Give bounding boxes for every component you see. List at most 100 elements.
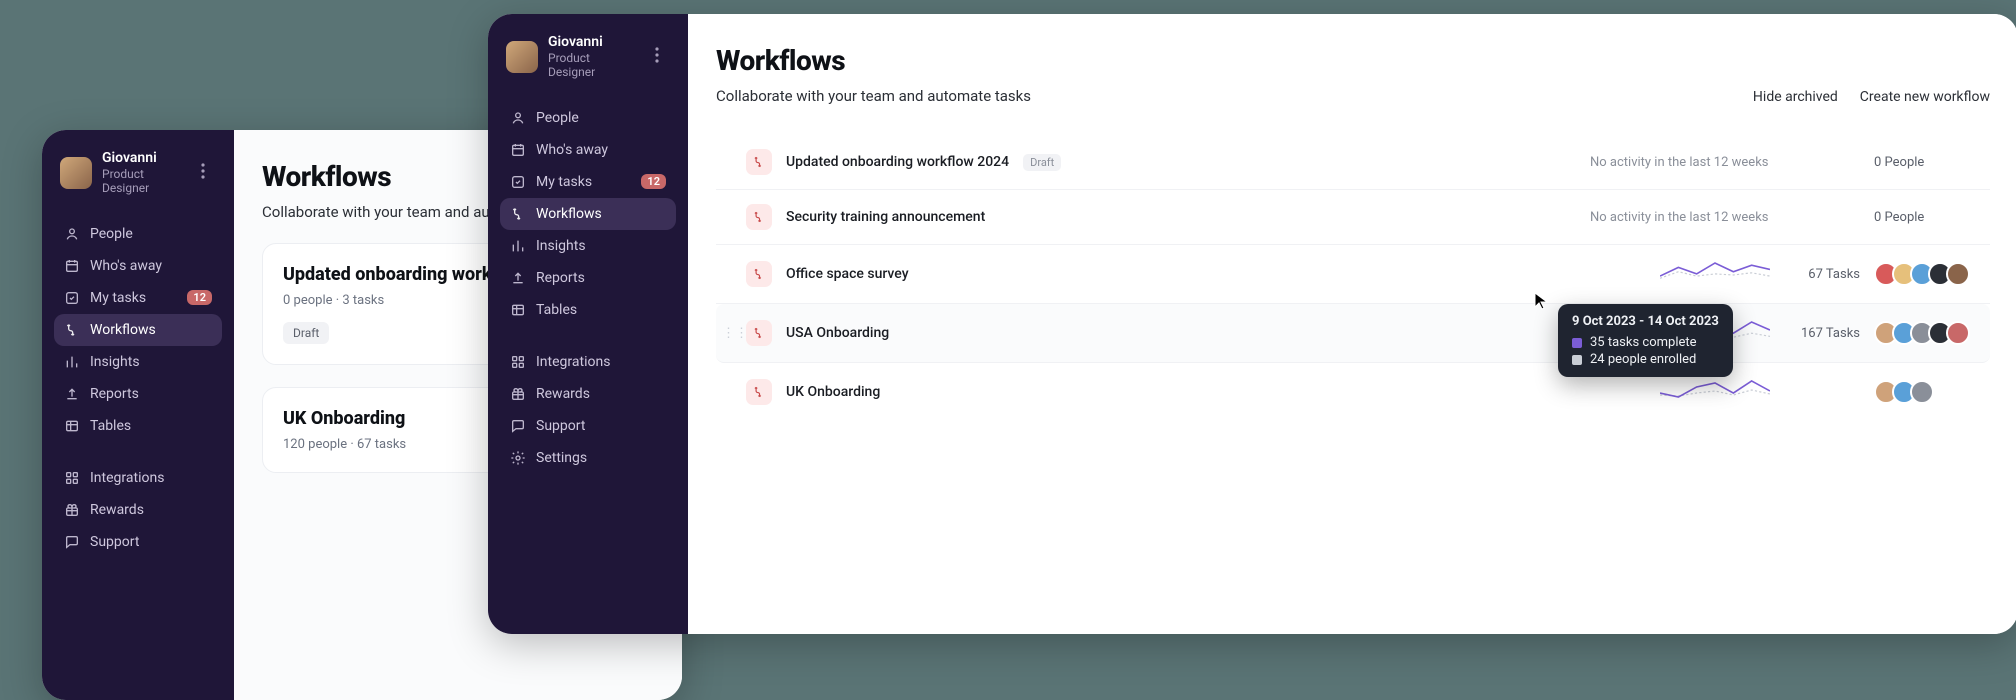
grid-icon [64,470,80,486]
profile-info: Giovanni Product Designer [548,34,634,80]
workflow-list: Updated onboarding workflow 2024DraftNo … [716,135,1990,421]
avatar [60,157,92,189]
sidebar-item-integrations[interactable]: Integrations [500,346,676,378]
legend-square-icon [1572,338,1582,348]
workflow-name: UK Onboarding [786,384,880,400]
page-title: Workflows [716,44,1031,77]
sidebar-item-tables[interactable]: Tables [500,294,676,326]
sidebar-item-rewards[interactable]: Rewards [500,378,676,410]
sidebar-item-my-tasks[interactable]: My tasks 12 [54,282,222,314]
page-subtitle: Collaborate with your team and automate … [716,87,1031,105]
profile-role: Product Designer [548,51,634,80]
sidebar-item-people[interactable]: People [500,102,676,134]
profile-info: Giovanni Product Designer [102,150,180,196]
nav-label: Rewards [90,502,144,518]
nav-label: My tasks [536,174,592,190]
mini-avatar [1946,262,1970,286]
sidebar-item-rewards[interactable]: Rewards [54,494,222,526]
sidebar-item-whos-away[interactable]: Who's away [54,250,222,282]
workflow-icon-box [746,320,772,346]
nav-label: Insights [536,238,586,254]
sidebar-item-reports[interactable]: Reports [54,378,222,410]
sidebar-item-settings[interactable]: Settings [500,442,676,474]
sidebar-item-tables[interactable]: Tables [54,410,222,442]
table-icon [64,418,80,434]
activity-text: No activity in the last 12 weeks [1590,210,1770,225]
nav-label: People [90,226,133,242]
sidebar-item-people[interactable]: People [54,218,222,250]
sidebar-item-my-tasks[interactable]: My tasks 12 [500,166,676,198]
workflow-row[interactable]: Security training announcementNo activit… [716,190,1990,245]
workflow-name: Office space survey [786,266,909,282]
nav-label: People [536,110,579,126]
workflow-row[interactable]: ⋮⋮USA Onboarding!1 Issue 167 Tasks [716,304,1990,363]
drag-handle-icon[interactable]: ⋮⋮ [722,326,732,341]
header-actions: Hide archived Create new workflow [1753,89,1990,105]
sidebar-item-whos-away[interactable]: Who's away [500,134,676,166]
chat-icon [510,418,526,434]
table-icon [510,302,526,318]
sparkline-chart [1660,377,1770,407]
nav-label: Who's away [536,142,608,158]
nav-label: Who's away [90,258,162,274]
nav-label: Settings [536,450,587,466]
sidebar-item-support[interactable]: Support [500,410,676,442]
profile-name: Giovanni [102,150,180,167]
mini-avatar [1946,321,1970,345]
page-header: Workflows Collaborate with your team and… [716,44,1990,105]
nav-secondary: Integrations Rewards Support Settings [500,346,676,474]
hide-archived-button[interactable]: Hide archived [1753,89,1838,105]
check-square-icon [510,174,526,190]
upload-icon [510,270,526,286]
nav-label: Insights [90,354,140,370]
tasks-badge: 12 [187,290,212,305]
sidebar-item-workflows[interactable]: Workflows [500,198,676,230]
workflow-row[interactable]: Office space survey 67 Tasks [716,245,1990,304]
bar-chart-icon [64,354,80,370]
profile-name: Giovanni [548,34,634,51]
nav-label: Reports [536,270,585,286]
profile-block: Giovanni Product Designer [500,26,676,98]
people-count: 0 People [1874,210,1924,225]
sidebar-item-workflows[interactable]: Workflows [54,314,222,346]
nav-label: Tables [90,418,131,434]
nav-label: Reports [90,386,139,402]
sidebar-item-integrations[interactable]: Integrations [54,462,222,494]
create-workflow-button[interactable]: Create new workflow [1860,89,1990,105]
draft-chip: Draft [283,322,329,344]
avatar [506,41,538,73]
bar-chart-icon [510,238,526,254]
chat-icon [64,534,80,550]
sidebar-item-insights[interactable]: Insights [54,346,222,378]
profile-block: Giovanni Product Designer [54,142,222,214]
kebab-menu-icon[interactable] [190,157,216,189]
tasks-count: 167 Tasks [1784,326,1860,341]
calendar-icon [64,258,80,274]
cursor-icon [1534,292,1548,310]
user-icon [64,226,80,242]
avatar-stack [1874,262,1970,286]
sidebar-item-reports[interactable]: Reports [500,262,676,294]
main-front: Workflows Collaborate with your team and… [688,14,2016,634]
sidebar-item-insights[interactable]: Insights [500,230,676,262]
gear-icon [510,450,526,466]
activity-text: No activity in the last 12 weeks [1590,155,1770,170]
upload-icon [64,386,80,402]
avatar-stack [1874,380,1934,404]
avatar-stack [1874,321,1970,345]
nav-label: Rewards [536,386,590,402]
gift-icon [64,502,80,518]
workflow-icon-box [746,261,772,287]
nav-label: Support [90,534,139,550]
nav-label: Tables [536,302,577,318]
workflow-row[interactable]: UK Onboarding [716,363,1990,421]
gift-icon [510,386,526,402]
kebab-menu-icon[interactable] [644,41,670,73]
tooltip-line: 24 people enrolled [1590,352,1696,367]
tooltip-date: 9 Oct 2023 - 14 Oct 2023 [1572,314,1719,329]
workflow-row[interactable]: Updated onboarding workflow 2024DraftNo … [716,135,1990,190]
sidebar-item-support[interactable]: Support [54,526,222,558]
nav-label: My tasks [90,290,146,306]
grid-icon [510,354,526,370]
nav-label: Integrations [90,470,164,486]
